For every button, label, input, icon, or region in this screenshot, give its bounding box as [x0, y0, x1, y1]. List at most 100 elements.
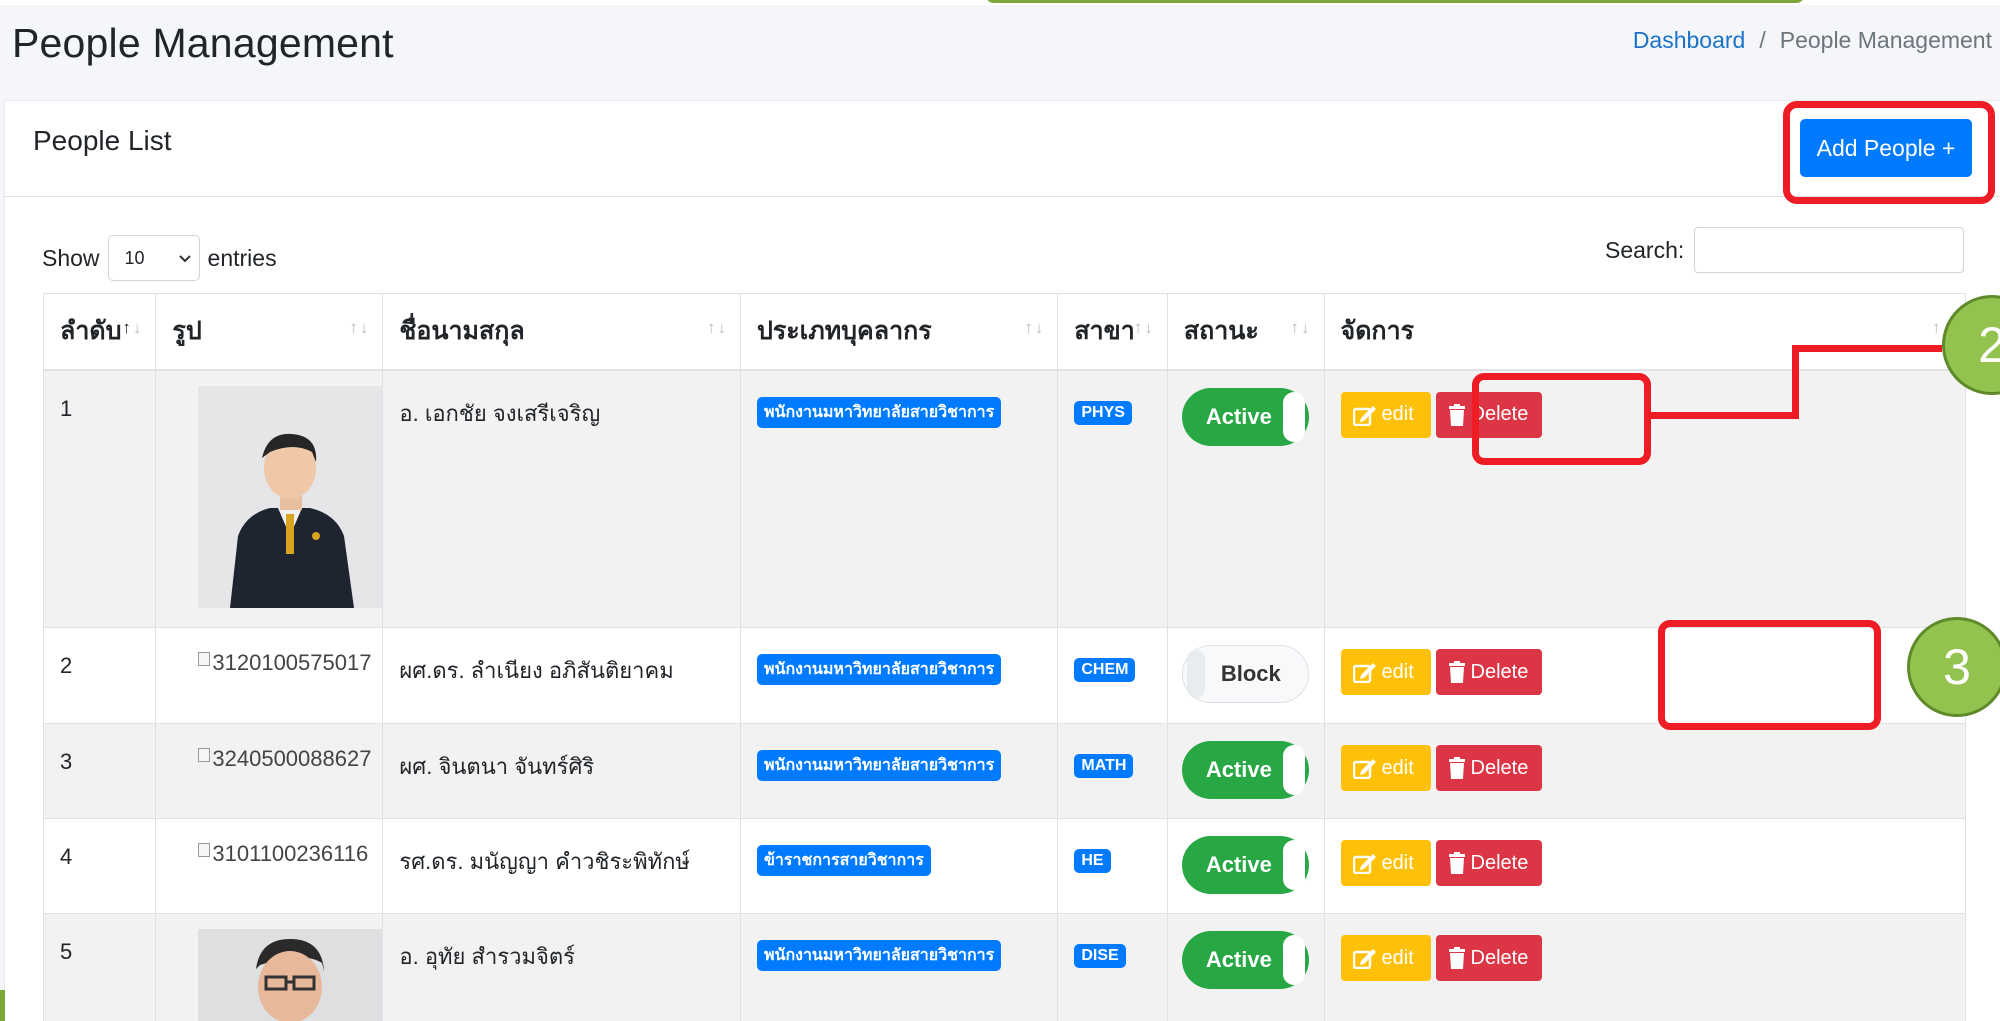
broken-image-icon: [198, 843, 211, 857]
photo-alt-text: 3101100236116: [212, 841, 369, 866]
delete-label: Delete: [1470, 946, 1529, 969]
status-label: Active: [1205, 947, 1272, 972]
edit-button[interactable]: edit: [1340, 745, 1431, 791]
card-title: People List: [33, 125, 172, 156]
edit-label: edit: [1381, 756, 1414, 779]
toggle-knob: [1282, 840, 1305, 890]
edit-icon: [1352, 759, 1376, 779]
status-toggle[interactable]: Active: [1181, 931, 1309, 989]
delete-button[interactable]: Delete: [1435, 935, 1542, 981]
sort-icon: ↑↓: [1133, 318, 1155, 337]
callout-connector: [1792, 345, 1799, 419]
row-number: 2: [60, 653, 73, 678]
person-name: ผศ.ดร. ลำเนียง อภิสันติยาคม: [399, 658, 674, 683]
trash-icon: [1448, 852, 1465, 874]
toggle-knob: [1282, 935, 1305, 985]
card-header: People List Add People +: [5, 101, 2000, 204]
column-header-no[interactable]: ลำดับ ↑↓: [42, 293, 157, 371]
column-header-manage[interactable]: จัดการ ↑↓: [1323, 293, 1967, 371]
column-header-branch[interactable]: สาขา ↑↓: [1057, 293, 1168, 371]
column-label: จัดการ: [1340, 317, 1415, 346]
column-label: ลำดับ: [60, 317, 122, 346]
staff-type-badge: พนักงานมหาวิทยาลัยสายวิชาการ: [756, 940, 1002, 971]
person-photo-broken: 3240500088627: [198, 724, 382, 772]
edit-icon: [1352, 854, 1376, 874]
column-label: ชื่อนามสกุล: [399, 317, 525, 346]
search-input[interactable]: [1694, 227, 1965, 273]
length-show-label: Show: [42, 244, 100, 271]
edit-icon: [1352, 405, 1376, 426]
trash-icon: [1448, 947, 1465, 969]
callout-marker-3: 3: [1907, 617, 2000, 717]
sort-icon: ↑↓: [1024, 318, 1046, 337]
delete-label: Delete: [1470, 851, 1529, 874]
table-row: 3 3240500088627 ผศ. จินตนา จันทร์ศิริ พน…: [42, 723, 1967, 819]
people-list-card: People List Add People + Show 10 entries…: [5, 101, 2000, 1021]
status-label: Active: [1205, 403, 1272, 429]
staff-type-badge: พนักงานมหาวิทยาลัยสายวิชาการ: [756, 750, 1002, 781]
status-toggle[interactable]: Active: [1181, 741, 1309, 799]
edit-button[interactable]: edit: [1340, 840, 1431, 886]
toggle-knob: [1186, 650, 1205, 698]
row-number: 3: [60, 749, 73, 774]
overlay-tab: [985, 0, 1805, 3]
status-toggle[interactable]: Block: [1181, 645, 1309, 703]
trash-icon: [1448, 403, 1465, 426]
person-photo: [198, 385, 383, 608]
column-header-photo[interactable]: รูป ↑↓: [155, 293, 384, 371]
column-header-status[interactable]: สถานะ ↑↓: [1166, 293, 1325, 371]
edit-icon: [1352, 949, 1376, 969]
column-label: รูป: [172, 317, 202, 346]
column-label: สาขา: [1074, 317, 1135, 346]
staff-type-badge: พนักงานมหาวิทยาลัยสายวิชาการ: [756, 654, 1002, 685]
branch-badge: PHYS: [1074, 400, 1132, 425]
length-entries-label: entries: [207, 244, 277, 271]
row-number: 4: [60, 844, 73, 869]
broken-image-icon: [198, 748, 211, 762]
callout-connector: [1651, 412, 1798, 419]
person-name: อ. เอกชัย จงเสรีเจริญ: [399, 400, 601, 426]
breadcrumb-separator: /: [1759, 27, 1766, 53]
page-length-select[interactable]: 10: [107, 235, 200, 281]
edit-label: edit: [1381, 403, 1414, 425]
broken-image-icon: [198, 652, 211, 666]
person-photo-broken: 3120100575017: [198, 628, 382, 676]
table-header-row: ลำดับ ↑↓ รูป ↑↓ ชื่อนามสกุล ↑↓ ประเภทบุคลาก…: [42, 293, 1967, 371]
highlight-status-toggle: [1472, 373, 1651, 465]
column-header-name[interactable]: ชื่อนามสกุล ↑↓: [382, 293, 741, 371]
column-label: ประเภทบุคลากร: [756, 317, 932, 346]
row-number: 1: [60, 395, 73, 421]
search-area: Search:: [1605, 227, 1965, 273]
breadcrumb-current: People Management: [1779, 27, 1992, 53]
person-photo: [198, 929, 383, 1021]
breadcrumb-dashboard-link[interactable]: Dashboard: [1633, 27, 1746, 54]
edit-button[interactable]: edit: [1340, 391, 1431, 438]
person-photo-broken: 3101100236116: [198, 819, 382, 867]
toggle-knob: [1282, 391, 1305, 442]
delete-button[interactable]: Delete: [1435, 649, 1542, 695]
person-name: รศ.ดร. มนัญญา คำวชิระพิทักษ์: [399, 849, 690, 874]
highlight-add-button: [1783, 101, 1995, 204]
branch-badge: MATH: [1074, 754, 1134, 778]
delete-label: Delete: [1470, 756, 1529, 779]
status-toggle[interactable]: Active: [1181, 836, 1309, 894]
delete-button[interactable]: Delete: [1435, 745, 1542, 791]
sort-icon: ↑↓: [1290, 318, 1312, 337]
photo-alt-text: 3240500088627: [212, 746, 372, 771]
staff-type-badge: พนักงานมหาวิทยาลัยสายวิชาการ: [756, 396, 1002, 428]
branch-badge: DISE: [1074, 944, 1126, 968]
table-row: 5 อ. อุทัย สำรวมจิตร์ พนักงานมหาวิทยาลัย…: [42, 913, 1967, 1021]
table-row: 1 อ. เอกชัย จงเสรีเจริญ พนักงานมหาวิทยาล…: [42, 369, 1967, 628]
edit-button[interactable]: edit: [1340, 935, 1431, 981]
trash-icon: [1448, 757, 1465, 779]
delete-button[interactable]: Delete: [1435, 840, 1542, 886]
column-header-type[interactable]: ประเภทบุคลากร ↑↓: [739, 293, 1059, 371]
branch-badge: HE: [1074, 849, 1111, 873]
status-label: Active: [1205, 757, 1272, 782]
staff-type-badge: ข้าราชการสายวิชาการ: [756, 845, 931, 876]
edit-button[interactable]: edit: [1340, 649, 1431, 695]
sort-icon: ↑↓: [349, 318, 371, 337]
status-toggle[interactable]: Active: [1181, 387, 1309, 446]
edit-icon: [1352, 663, 1376, 683]
page-title: People Management: [12, 20, 394, 66]
